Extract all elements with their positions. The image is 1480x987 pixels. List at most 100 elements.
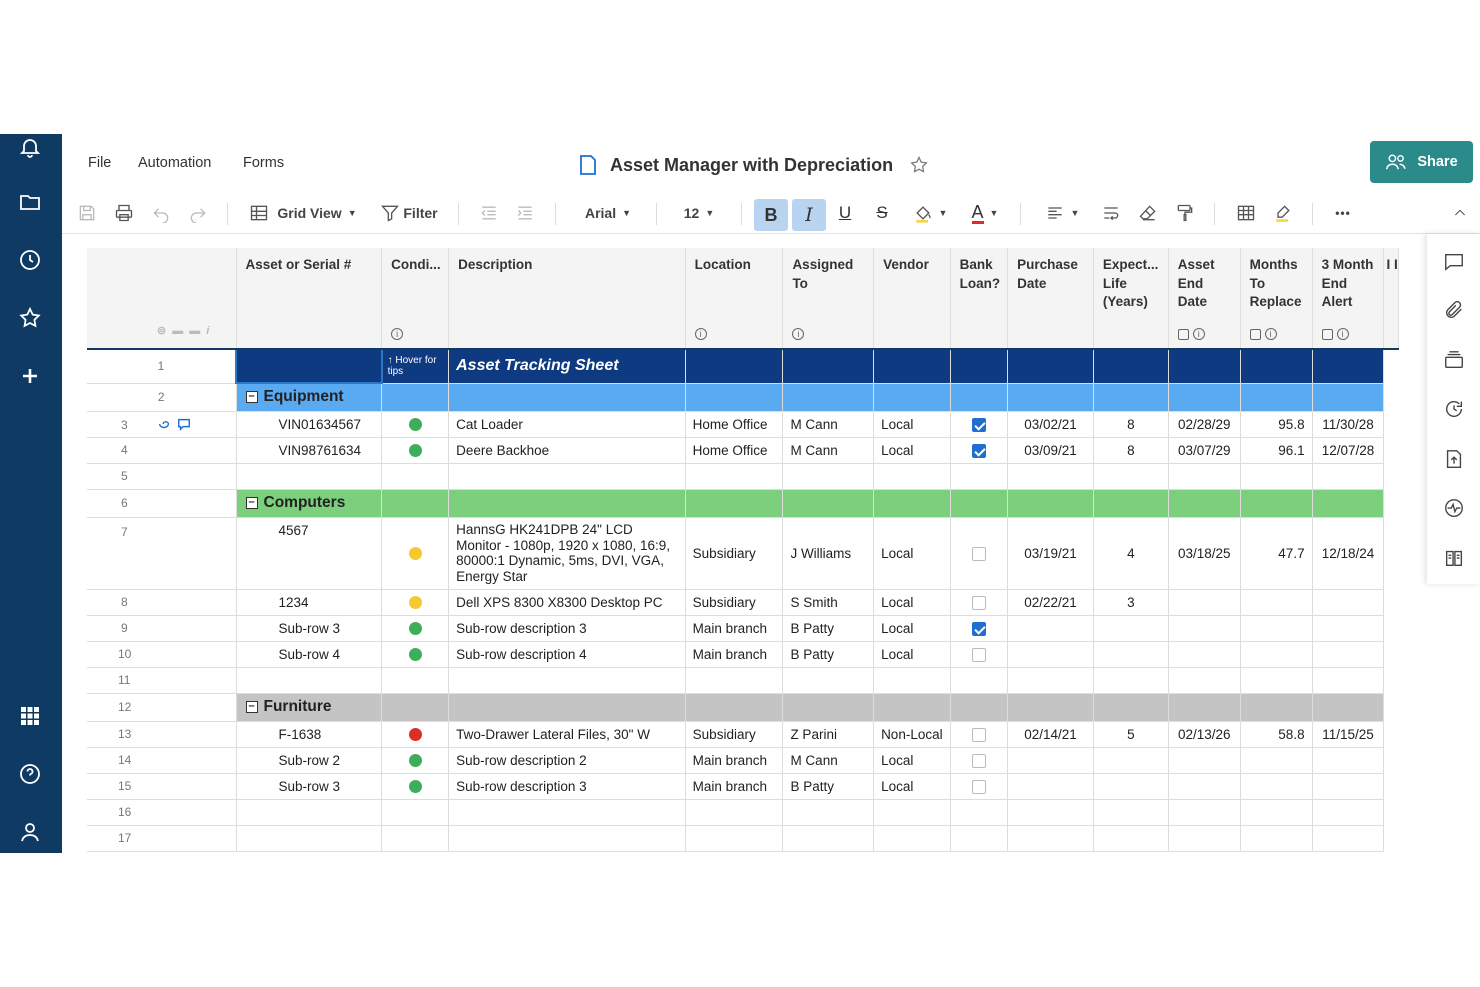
months-cell[interactable] [1240,615,1313,642]
description-cell[interactable]: Cat Loader [448,411,686,438]
document-title[interactable]: Asset Manager with Depreciation [610,155,893,176]
purchase-date-cell[interactable]: 02/22/21 [1007,589,1094,616]
location-cell[interactable]: Subsidiary [685,517,784,590]
bank-loan-cell[interactable] [950,747,1009,774]
purchase-date-cell[interactable]: 03/02/21 [1007,411,1094,438]
format-painter-icon[interactable] [1172,198,1198,228]
menu-file[interactable]: File [88,155,111,171]
bank-loan-checkbox[interactable] [971,753,986,768]
col-condition[interactable]: Condi... i [381,248,450,350]
asset-cell[interactable]: F-1638 [236,721,383,748]
cell[interactable] [1168,799,1241,826]
row-number[interactable]: 1 [87,349,237,384]
alert-cell[interactable]: 11/15/25 [1312,721,1385,748]
collapse-toggle-icon[interactable]: – [245,701,258,713]
asset-cell[interactable]: 4567 [236,517,383,590]
end-date-cell[interactable]: 02/28/29 [1168,411,1241,438]
cell[interactable] [1093,463,1169,490]
selected-cell[interactable] [235,348,383,384]
cell[interactable] [1007,667,1094,694]
description-cell[interactable]: Dell XPS 8300 X8300 Desktop PC [448,589,686,616]
vendor-cell[interactable]: Local [873,615,951,642]
description-cell[interactable]: Sub-row description 4 [448,641,686,668]
end-date-cell[interactable]: 02/13/26 [1168,721,1241,748]
end-date-cell[interactable]: 03/07/29 [1168,437,1241,464]
months-cell[interactable]: 58.8 [1240,721,1313,748]
collapse-toggle-icon[interactable]: – [245,497,258,509]
more-options-button[interactable]: ••• [1328,198,1358,228]
cell[interactable] [873,799,951,826]
alert-cell[interactable] [1312,773,1385,800]
cell[interactable] [1093,693,1169,722]
purchase-date-cell[interactable]: 02/14/21 [1007,721,1094,748]
alert-cell[interactable] [1312,589,1385,616]
months-cell[interactable] [1240,773,1313,800]
clear-format-eraser-icon[interactable] [1135,198,1161,228]
notifications-bell-icon[interactable] [15,134,45,162]
cell[interactable] [381,667,450,694]
cell[interactable] [381,799,450,826]
end-date-cell[interactable] [1168,589,1241,616]
asset-cell[interactable]: Sub-row 4 [236,641,383,668]
browse-folder-icon[interactable] [15,187,45,217]
row-number[interactable]: 3 [87,411,237,438]
group-label-cell[interactable]: – Equipment [236,383,383,412]
cell[interactable] [1240,667,1313,694]
location-cell[interactable]: Subsidiary [685,721,784,748]
cell[interactable] [1007,799,1094,826]
bank-loan-checkbox[interactable] [971,595,986,610]
cell[interactable] [685,693,784,722]
cell[interactable] [782,693,875,722]
life-cell[interactable]: 5 [1093,721,1169,748]
bank-loan-checkbox[interactable] [971,443,986,458]
months-cell[interactable]: 96.1 [1240,437,1313,464]
life-cell[interactable]: 3 [1093,589,1169,616]
cell[interactable] [873,463,951,490]
cell[interactable] [1168,825,1241,852]
cell[interactable] [950,693,1009,722]
assigned-cell[interactable]: M Cann [782,437,875,464]
font-size-dropdown[interactable]: 12 ▼ [676,198,722,228]
cell[interactable] [1093,667,1169,694]
bank-loan-checkbox[interactable] [971,779,986,794]
description-cell[interactable]: HannsG HK241DPB 24" LCD Monitor - 1080p,… [448,517,686,590]
alert-cell[interactable]: 11/30/28 [1312,411,1385,438]
cell[interactable] [1007,825,1094,852]
bank-loan-checkbox[interactable] [971,727,986,742]
location-cell[interactable]: Main branch [685,615,784,642]
bank-loan-checkbox[interactable] [971,417,986,432]
condition-cell[interactable] [381,517,450,590]
highlight-changes-icon[interactable] [1270,198,1296,228]
favorite-star-icon[interactable] [909,155,929,175]
assigned-cell[interactable]: J Williams [782,517,875,590]
cell[interactable] [873,825,951,852]
end-date-cell[interactable] [1168,747,1241,774]
text-color-dropdown[interactable]: A ▼ [963,198,1007,228]
proofs-stack-icon[interactable] [1442,348,1466,372]
cell[interactable] [950,463,1009,490]
assigned-cell[interactable]: B Patty [782,641,875,668]
cell[interactable] [1240,489,1313,518]
cell[interactable] [873,667,951,694]
location-cell[interactable]: Home Office [685,411,784,438]
cell[interactable] [1093,825,1169,852]
cell[interactable] [381,693,450,722]
cell[interactable] [1093,349,1169,384]
purchase-date-cell[interactable] [1007,747,1094,774]
cell[interactable] [685,489,784,518]
asset-cell[interactable]: VIN01634567 [236,411,383,438]
description-cell[interactable]: Sub-row description 2 [448,747,686,774]
col-expected-life[interactable]: Expect... Life (Years) [1093,248,1169,350]
cell[interactable] [381,489,450,518]
row-number[interactable]: 12 [87,693,237,722]
share-button[interactable]: Share [1370,141,1473,183]
row-number[interactable]: 14 [87,747,237,774]
cell[interactable] [950,489,1009,518]
cell[interactable] [685,825,784,852]
location-cell[interactable]: Home Office [685,437,784,464]
cell[interactable] [873,383,951,412]
assigned-cell[interactable]: M Cann [782,747,875,774]
col-location[interactable]: Location i [685,248,784,350]
fill-color-dropdown[interactable]: ▼ [908,198,952,228]
row-number[interactable]: 2 [87,383,237,412]
